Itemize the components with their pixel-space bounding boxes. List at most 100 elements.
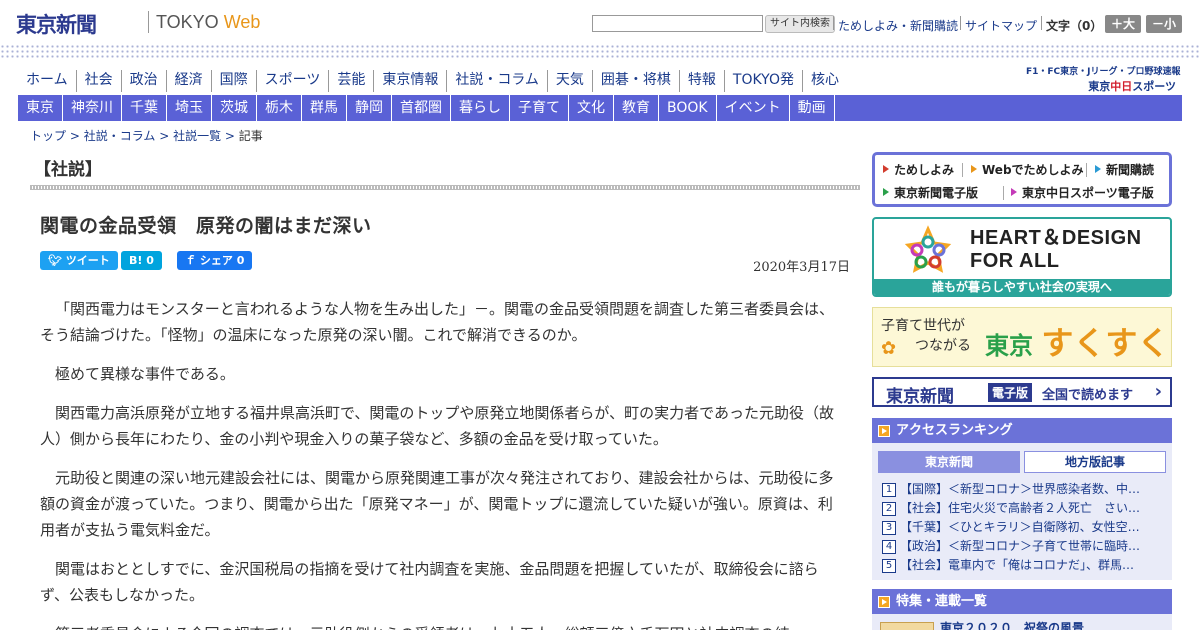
site-header: 東京新聞 TOKYO Web サイト内検索 ためしよみ・新聞購読 サイトマップ … [0,0,1200,44]
ranking-item[interactable]: 5 【社会】電車内で「俺はコロナだ」、群馬… [882,556,1168,575]
chunichi-sports-digital-link[interactable]: 東京中日スポーツ電子版 [1011,184,1154,201]
sitemap-link[interactable]: サイトマップ [965,17,1037,34]
ranking-item[interactable]: 4 【政治】＜新型コロナ＞子育て世帯に臨時… [882,537,1168,556]
nav2-item-kanagawa[interactable]: 神奈川 [63,95,122,121]
rank-number: 4 [882,540,896,554]
header-divider [833,16,834,30]
nav2-item-education[interactable]: 教育 [614,95,659,121]
nav2-item-event[interactable]: イベント [717,95,790,121]
nav-item-tokyo-info[interactable]: 東京情報 [373,70,446,92]
feature-thumbnail[interactable] [880,622,934,630]
tokyo-sukusuku-banner[interactable]: 子育て世代が つながる ✿ 東京 すくすく [872,307,1172,367]
rank-number: 5 [882,559,896,573]
section-divider [30,185,860,190]
site-logo[interactable]: 東京新聞 [16,9,97,39]
trial-subscribe-link[interactable]: ためしよみ・新聞購読 [838,17,958,34]
breadcrumb-current: 記事 [238,129,263,143]
nav2-item-book[interactable]: BOOK [659,95,717,121]
nav-item-kakushin[interactable]: 核心 [801,70,847,92]
tweet-button[interactable]: 🐦︎ ツイート [40,251,118,270]
feature-item-title[interactable]: 東京２０２０ 祝祭の風景 [940,619,1084,630]
ranking-item[interactable]: 2 【社会】住宅火災で高齢者２人死亡 さい… [882,499,1168,518]
nav-item-entertainment[interactable]: 芸能 [328,70,373,92]
breadcrumb-editorial-column[interactable]: 社説・コラム [84,129,156,143]
heart-design-title: HEART＆DESIGN FOR ALL [970,227,1142,273]
access-ranking-title: アクセスランキング [896,423,1013,438]
sidebar-divider [962,163,963,177]
sidebar-divider [1003,186,1004,200]
nav-item-politics[interactable]: 政治 [120,70,166,92]
header-dot-band [0,44,1200,58]
subscribe-link[interactable]: 新聞購読 [1095,161,1154,178]
nav2-item-gunma[interactable]: 群馬 [302,95,347,121]
nav-item-go-shogi[interactable]: 囲碁・将棋 [591,70,679,92]
nav2-item-kosodate[interactable]: 子育て [510,95,569,121]
nav2-item-ibaraki[interactable]: 茨城 [212,95,257,121]
tweet-label: ツイート [65,254,110,267]
nav2-item-chiba[interactable]: 千葉 [122,95,167,121]
triangle-bullet-icon [971,165,977,173]
nav-item-editorial-column[interactable]: 社説・コラム [446,70,547,92]
nav2-item-tochigi[interactable]: 栃木 [257,95,302,121]
nav2-item-shutoken[interactable]: 首都圏 [392,95,451,121]
denshi-logo: 東京新聞 [886,387,954,407]
ranking-item-text: 【千葉】＜ひとキラリ＞自衛隊初、女性空… [900,520,1140,534]
chunichi-sports-digital-label: 東京中日スポーツ電子版 [1022,186,1154,200]
breadcrumb-separator: > [159,129,174,143]
play-icon [878,596,890,608]
trial-read-link[interactable]: ためしよみ [883,161,954,178]
nav2-item-shizuoka[interactable]: 静岡 [347,95,392,121]
site-search-input[interactable] [592,15,763,32]
nav-item-society[interactable]: 社会 [75,70,121,92]
nav2-item-culture[interactable]: 文化 [569,95,614,121]
nav2-item-tokyo[interactable]: 東京 [18,95,63,121]
heart-design-banner[interactable]: HEART＆DESIGN FOR ALL 誰もが暮らしやすい社会の実現へ [872,217,1172,297]
breadcrumb-top[interactable]: トップ [30,129,66,143]
nav-item-sports[interactable]: スポーツ [255,70,329,92]
facebook-share-button[interactable]: ｆ シェア 0 [177,251,253,270]
features-panel: 東京２０２０ 祝祭の風景 [872,614,1172,630]
nav-item-economy[interactable]: 経済 [165,70,211,92]
logo-divider [148,11,149,33]
subscribe-label: 新聞購読 [1106,163,1155,177]
nav2-item-saitama[interactable]: 埼玉 [167,95,212,121]
rank-number: 1 [882,483,896,497]
triangle-bullet-icon [1095,165,1101,173]
digital-edition-banner[interactable]: 東京新聞 電子版 全国で読めます › [872,377,1172,407]
article-date: 2020年3月17日 [753,260,850,275]
secondary-nav: 東京 神奈川 千葉 埼玉 茨城 栃木 群馬 静岡 首都圏 暮らし 子育て 文化 … [18,95,1182,121]
triangle-bullet-icon [883,165,889,173]
nav2-item-kurashi[interactable]: 暮らし [451,95,510,121]
logo-web-text: Web [223,12,261,32]
font-larger-button[interactable]: ＋大 [1105,15,1141,33]
ranking-item[interactable]: 3 【千葉】＜ひとキラリ＞自衛隊初、女性空… [882,518,1168,537]
nav-item-tokuho[interactable]: 特報 [678,70,724,92]
rank-number: 2 [882,502,896,516]
digital-edition-link[interactable]: 東京新聞電子版 [883,184,978,201]
nav-item-home[interactable]: ホーム [18,70,76,92]
nav-item-international[interactable]: 国際 [210,70,256,92]
sukusuku-tagline-1: 子育て世代が [881,318,965,334]
ranking-item[interactable]: 1 【国際】＜新型コロナ＞世界感染者数、中… [882,480,1168,499]
ranking-item-text: 【社会】住宅火災で高齢者２人死亡 さい… [900,501,1141,515]
nav-item-weather[interactable]: 天気 [546,70,592,92]
chunichi-sports-logo[interactable]: F1・FC東京・Jリーグ・プロ野球速報 東京中日スポーツ [1026,64,1181,94]
triangle-bullet-icon [1011,188,1017,196]
hatena-bookmark-button[interactable]: B! 0 [121,251,162,270]
subscription-links-box: ためしよみ Webでためしよみ 新聞購読 東京新聞電子版 東京中日スポーツ電子版 [872,152,1172,207]
tokyo-web-logo[interactable]: TOKYO Web [156,12,260,33]
tab-tokyo-shimbun[interactable]: 東京新聞 [878,451,1020,473]
web-trial-read-link[interactable]: Webでためしよみ [971,161,1084,178]
nav-item-tokyo-hatsu[interactable]: TOKYO発 [723,70,802,92]
nav2-item-video[interactable]: 動画 [790,95,835,121]
access-ranking-header: アクセスランキング [872,418,1172,443]
breadcrumb-editorial-list[interactable]: 社説一覧 [173,129,221,143]
tab-local-articles[interactable]: 地方版記事 [1024,451,1166,473]
font-smaller-button[interactable]: －小 [1146,15,1182,33]
article-paragraph: 関電はおととしすでに、金沢国税局の指摘を受けて社内調査を実施、金品問題を把握して… [40,560,819,604]
header-divider [960,16,961,30]
sports-logo-tagline: F1・FC東京・Jリーグ・プロ野球速報 [1026,67,1181,77]
web-trial-read-label: Webでためしよみ [982,163,1084,177]
features-header: 特集・連載一覧 [872,589,1172,614]
site-search-button[interactable]: サイト内検索 [765,15,835,33]
